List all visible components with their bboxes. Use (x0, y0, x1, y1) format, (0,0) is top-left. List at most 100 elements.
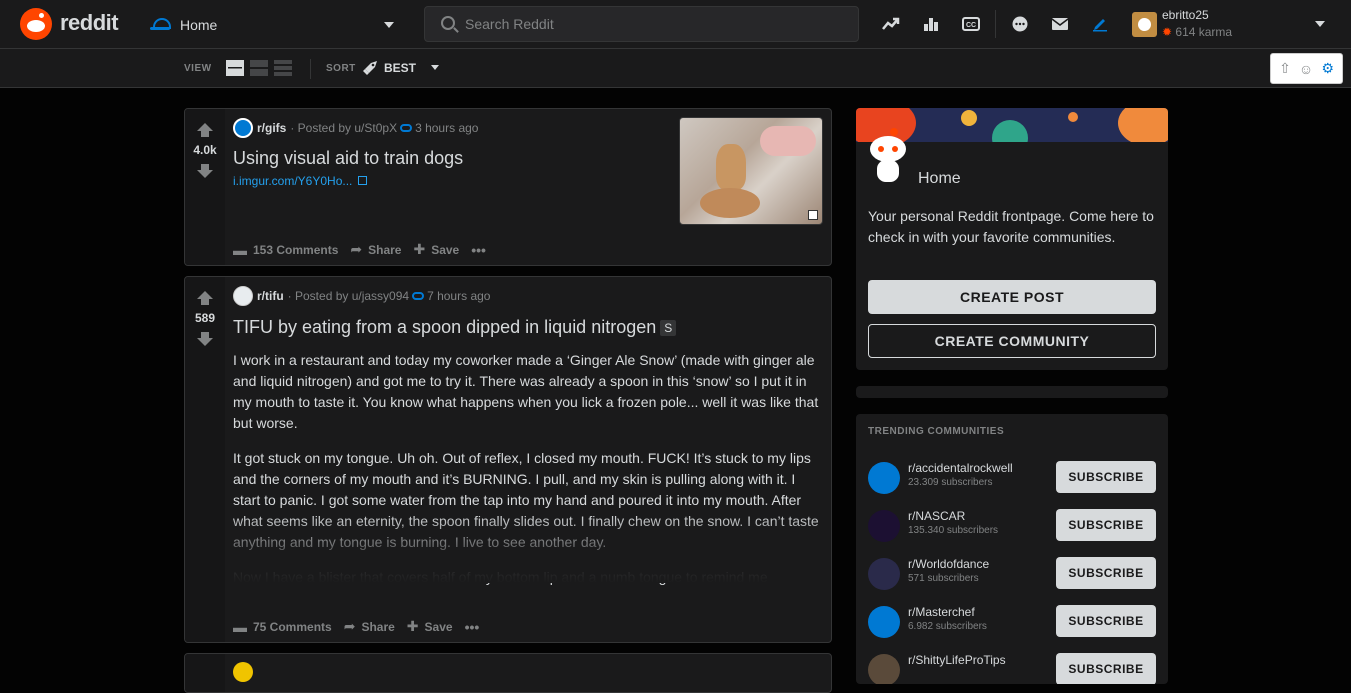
downvote-icon[interactable] (197, 164, 213, 178)
save-button[interactable]: ✚ Save (413, 241, 459, 258)
create-community-button[interactable]: CREATE COMMUNITY (868, 324, 1156, 358)
post-title-text: TIFU by eating from a spoon dipped in li… (233, 317, 657, 337)
posted-by[interactable]: · Posted by u/St0pX (290, 121, 397, 135)
community-name[interactable]: r/Worldofdance (908, 557, 989, 571)
community-subscribers: 6.982 subscribers (908, 621, 987, 632)
post-time[interactable]: 3 hours ago (415, 121, 478, 135)
community-name[interactable]: r/NASCAR (908, 509, 965, 523)
trending-item: r/ShittyLifeProTips SUBSCRIBE (868, 650, 1156, 684)
subscribe-button[interactable]: SUBSCRIBE (1056, 653, 1156, 684)
subreddit-name[interactable]: r/gifs (257, 121, 286, 135)
sort-label: SORT (326, 63, 356, 74)
more-icon: ••• (471, 241, 486, 258)
community-icon[interactable] (868, 654, 900, 684)
floating-toolbar: ⇧ ☺ ⚙ (1270, 53, 1343, 84)
rocket-icon[interactable] (362, 60, 378, 76)
post-card[interactable] (184, 653, 832, 693)
snoo-icon[interactable]: ☺ (1299, 61, 1313, 77)
subscribe-button[interactable]: SUBSCRIBE (1056, 557, 1156, 589)
trending-item: r/Worldofdance 571 subscribers SUBSCRIBE (868, 554, 1156, 594)
mail-icon[interactable] (1050, 14, 1070, 34)
subscribe-button[interactable]: SUBSCRIBE (1056, 461, 1156, 493)
post-title[interactable]: TIFU by eating from a spoon dipped in li… (233, 317, 677, 338)
create-post-button[interactable]: CREATE POST (868, 280, 1156, 314)
save-label: Save (424, 619, 453, 634)
community-name[interactable]: r/Masterchef (908, 605, 975, 619)
share-button[interactable]: ➦ Share (350, 241, 401, 258)
home-card-title: Home (918, 170, 961, 187)
search-bar[interactable] (424, 6, 859, 42)
home-card-description: Your personal Reddit frontpage. Come her… (868, 208, 1154, 245)
posted-by[interactable]: · Posted by u/jassy094 (288, 289, 409, 303)
save-button[interactable]: ✚ Save (407, 618, 453, 635)
gear-icon[interactable]: ⚙ (1321, 60, 1334, 77)
post-link[interactable]: i.imgur.com/Y6Y0Ho... (233, 174, 368, 188)
post-thumbnail[interactable] (679, 117, 823, 225)
bookmark-icon: ✚ (413, 241, 426, 257)
community-icon[interactable] (868, 606, 900, 638)
classic-view-icon[interactable] (250, 60, 268, 76)
trending-item: r/Masterchef 6.982 subscribers SUBSCRIBE (868, 602, 1156, 642)
upvote-icon[interactable] (197, 123, 213, 137)
stats-icon[interactable] (921, 14, 941, 34)
subreddit-icon[interactable] (233, 286, 253, 306)
snoo-mascot-icon (868, 128, 908, 188)
comments-button[interactable]: ▬ 153 Comments (233, 242, 338, 258)
gold-award-icon (400, 124, 413, 132)
downvote-icon[interactable] (197, 332, 213, 346)
save-label: Save (431, 242, 460, 257)
post-card[interactable]: 4.0k r/gifs · Posted by u/St0pX 3 hours … (184, 108, 832, 266)
reddit-wordmark[interactable]: reddit (60, 10, 119, 36)
community-icon[interactable] (868, 510, 900, 542)
post-time[interactable]: 7 hours ago (427, 289, 490, 303)
community-subscribers: 23.309 subscribers (908, 477, 993, 488)
pencil-icon[interactable] (1090, 14, 1110, 34)
share-label: Share (368, 242, 402, 257)
snoo-antenna (890, 128, 898, 136)
more-icon: ••• (464, 618, 480, 635)
community-icon[interactable] (868, 462, 900, 494)
community-subscribers: 135.340 subscribers (908, 525, 999, 536)
svg-text:CC: CC (966, 22, 976, 29)
community-name[interactable]: r/ShittyLifeProTips (908, 653, 1006, 667)
user-menu[interactable]: ebritto25 614 karma (1132, 6, 1332, 42)
chat-icon[interactable] (1010, 14, 1030, 34)
card-view-icon[interactable] (226, 60, 244, 76)
banner-planet (1068, 112, 1078, 122)
trending-communities-card: TRENDING COMMUNITIES r/accidentalrockwel… (856, 414, 1168, 684)
share-button[interactable]: ➦ Share (344, 618, 395, 635)
subreddit-icon[interactable] (233, 662, 253, 682)
subscribe-button[interactable]: SUBSCRIBE (1056, 605, 1156, 637)
reddit-logo-icon[interactable] (20, 8, 52, 40)
post-title[interactable]: Using visual aid to train dogs (233, 148, 463, 169)
subreddit-icon[interactable] (233, 118, 253, 138)
subreddit-name[interactable]: r/tifu (257, 289, 284, 303)
chevron-down-icon[interactable] (431, 65, 439, 70)
community-icon[interactable] (868, 558, 900, 590)
more-options-button[interactable]: ••• (471, 242, 492, 258)
subscribe-button[interactable]: SUBSCRIBE (1056, 509, 1156, 541)
share-label: Share (361, 619, 395, 634)
vote-column (185, 654, 225, 692)
captions-icon[interactable]: CC (961, 14, 981, 34)
more-options-button[interactable]: ••• (465, 619, 486, 635)
snoo-body (877, 160, 899, 182)
feed-label: Home (180, 17, 218, 33)
feed-selector[interactable]: Home (148, 10, 404, 40)
body-paragraph: I work in a restaurant and today my cowo… (233, 352, 819, 431)
snoo-head (870, 136, 906, 162)
upload-icon[interactable]: ⇧ (1279, 60, 1291, 77)
comments-label: 153 Comments (253, 242, 339, 257)
compact-view-icon[interactable] (274, 60, 292, 76)
sort-value[interactable]: BEST (384, 61, 416, 75)
link-text[interactable]: i.imgur.com/Y6Y0Ho... (233, 174, 352, 188)
post-card[interactable]: 589 r/tifu · Posted by u/jassy094 7 hour… (184, 276, 832, 643)
search-input[interactable] (465, 7, 845, 41)
chevron-down-icon (384, 22, 394, 28)
comments-button[interactable]: ▬ 75 Comments (233, 619, 332, 635)
upvote-icon[interactable] (197, 291, 213, 305)
community-name[interactable]: r/accidentalrockwell (908, 461, 1013, 475)
trending-icon[interactable] (881, 14, 901, 34)
search-icon (441, 16, 455, 30)
community-subscribers: 571 subscribers (908, 573, 979, 584)
